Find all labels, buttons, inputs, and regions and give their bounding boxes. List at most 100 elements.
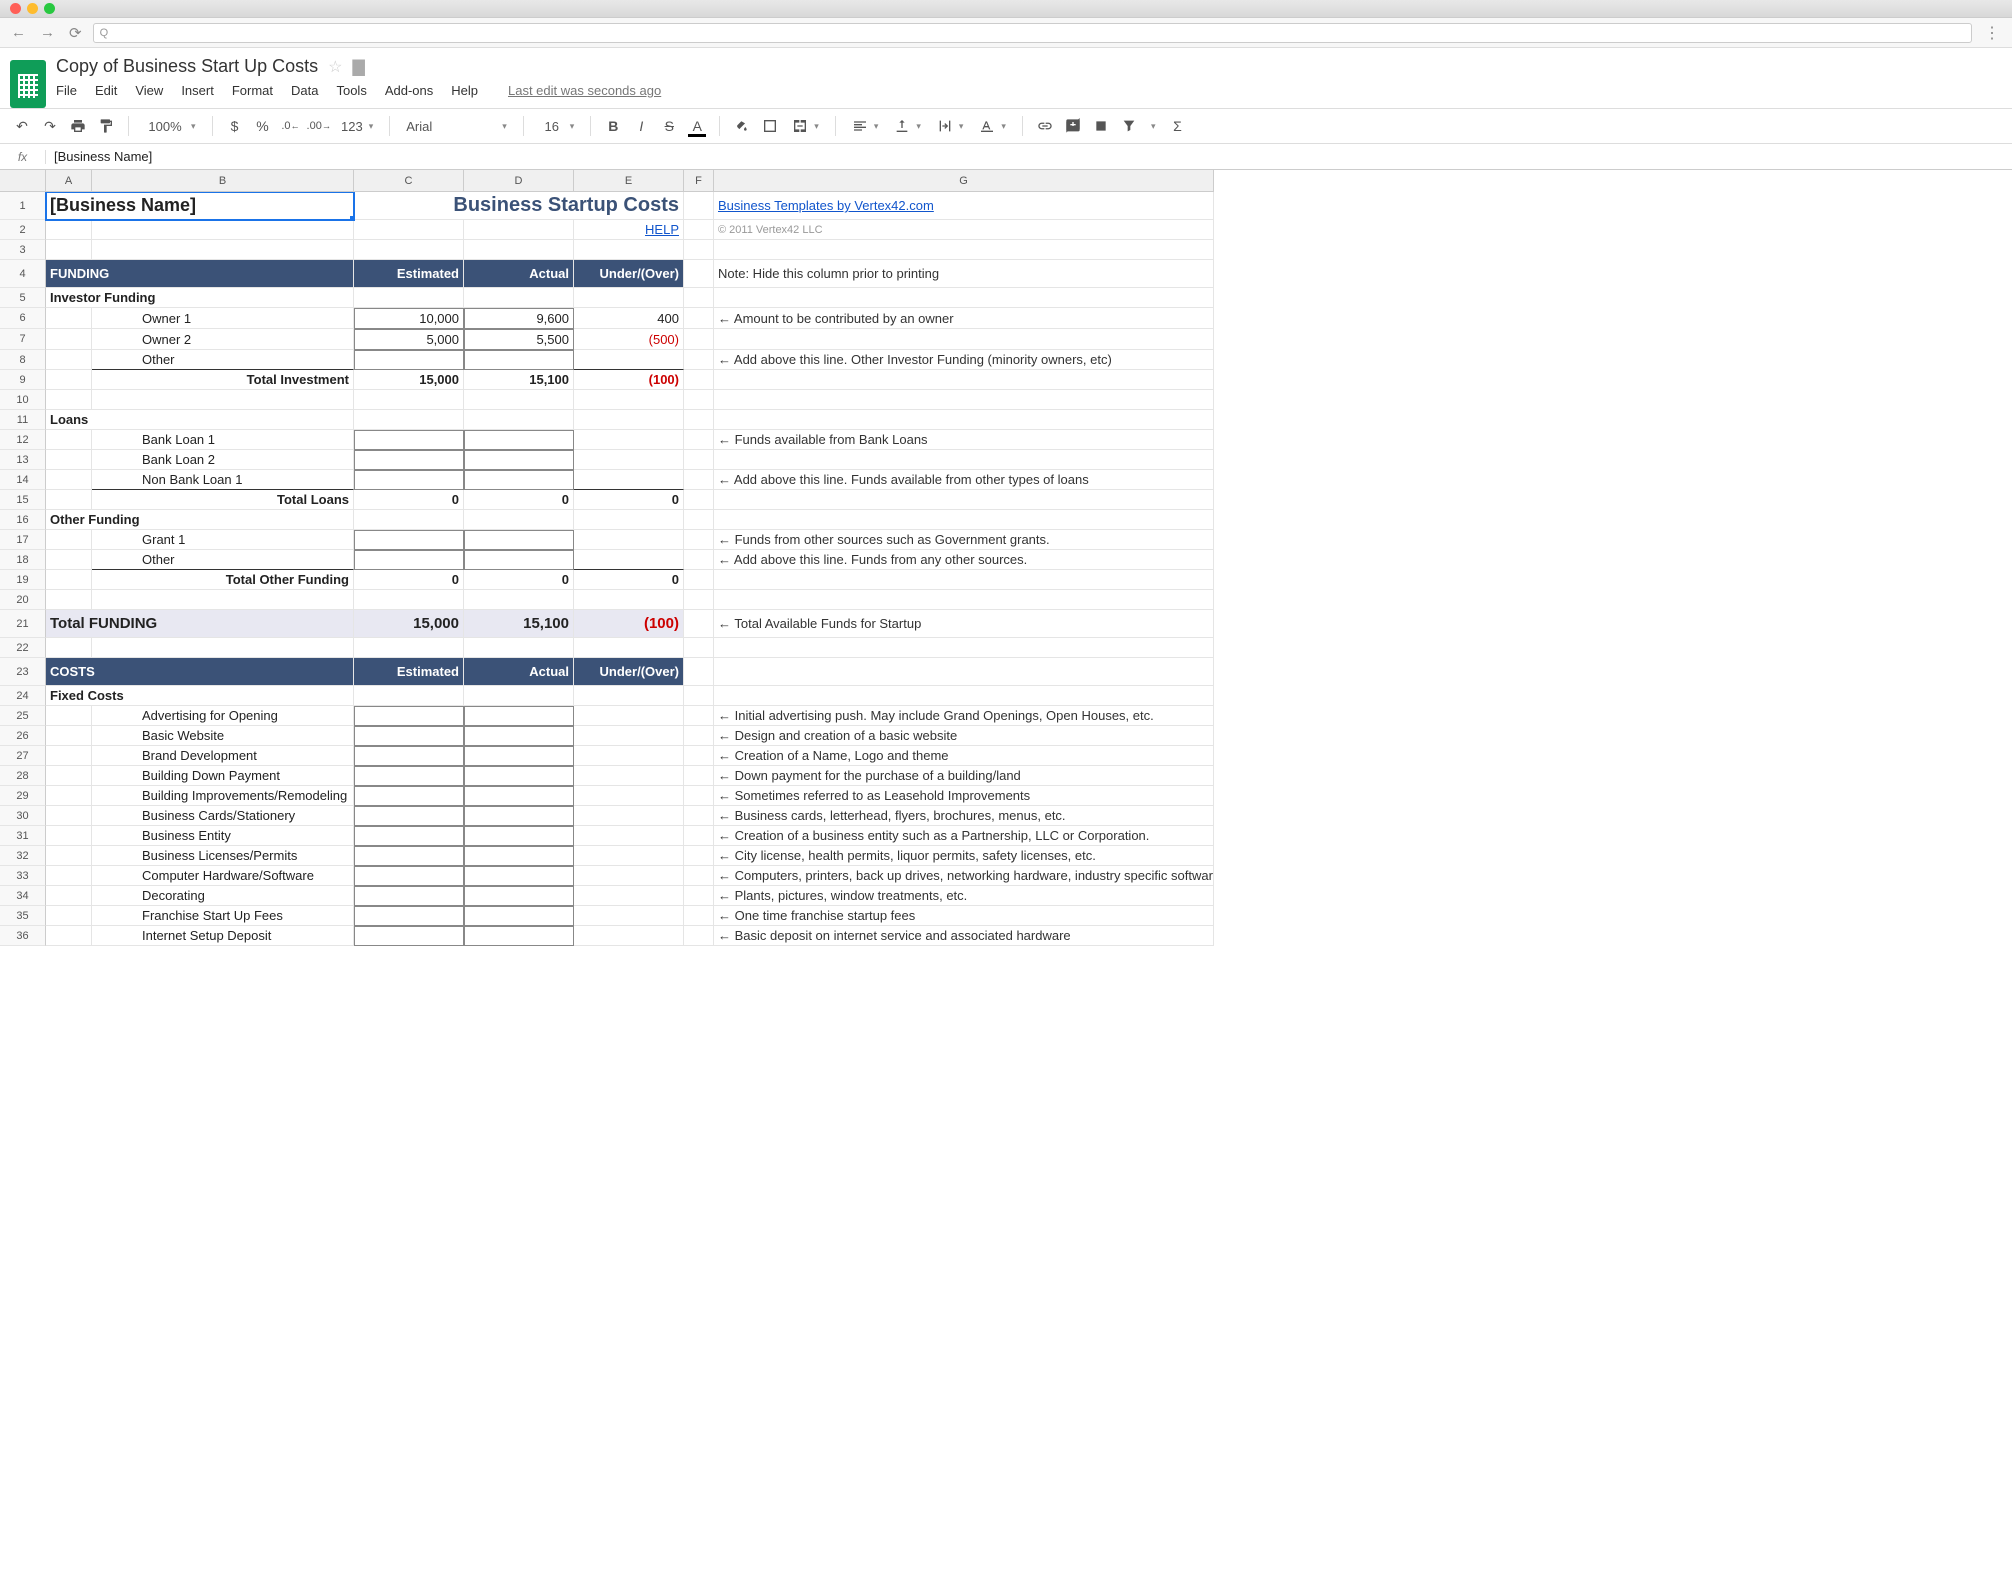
- cell-fc-note[interactable]: ← Computers, printers, back up drives, n…: [714, 866, 1214, 886]
- cell[interactable]: [684, 706, 714, 726]
- cell[interactable]: [46, 240, 92, 260]
- menu-view[interactable]: View: [135, 83, 163, 98]
- cell[interactable]: [684, 866, 714, 886]
- cell[interactable]: [464, 638, 574, 658]
- cell[interactable]: [46, 786, 92, 806]
- cell-fc-note[interactable]: ← Design and creation of a basic website: [714, 726, 1214, 746]
- row-header[interactable]: 12: [0, 430, 46, 450]
- cell[interactable]: [46, 390, 92, 410]
- cell[interactable]: [684, 192, 714, 220]
- cell-fc-label[interactable]: Decorating: [92, 886, 354, 906]
- cell-copyright[interactable]: © 2011 Vertex42 LLC: [714, 220, 1214, 240]
- cell[interactable]: [46, 470, 92, 490]
- url-bar[interactable]: Q: [93, 23, 1972, 43]
- cell[interactable]: [46, 806, 92, 826]
- cell-fc-label[interactable]: Internet Setup Deposit: [92, 926, 354, 946]
- row-header[interactable]: 31: [0, 826, 46, 846]
- menu-data[interactable]: Data: [291, 83, 318, 98]
- cell-total-other-funding[interactable]: Total Other Funding: [92, 570, 354, 590]
- cell[interactable]: [464, 766, 574, 786]
- cell[interactable]: [574, 686, 684, 706]
- folder-icon[interactable]: ▇: [352, 57, 364, 77]
- row-header[interactable]: 7: [0, 329, 46, 350]
- col-label-estimated[interactable]: Estimated: [354, 260, 464, 288]
- select-all-corner[interactable]: [0, 170, 46, 192]
- cell-total-funding[interactable]: Total FUNDING: [46, 610, 354, 638]
- cell[interactable]: [354, 410, 464, 430]
- cell[interactable]: [354, 706, 464, 726]
- menu-addons[interactable]: Add-ons: [385, 83, 433, 98]
- cell-note[interactable]: ← Add above this line. Other Investor Fu…: [714, 350, 1214, 370]
- cell[interactable]: [714, 288, 1214, 308]
- cell[interactable]: [574, 288, 684, 308]
- cell-owner1-act[interactable]: 9,600: [464, 308, 574, 329]
- cell[interactable]: [714, 240, 1214, 260]
- col-label-actual[interactable]: Actual: [464, 658, 574, 686]
- cell[interactable]: [714, 590, 1214, 610]
- row-header[interactable]: 2: [0, 220, 46, 240]
- cell[interactable]: [464, 530, 574, 550]
- cell[interactable]: [46, 766, 92, 786]
- col-label-under-over[interactable]: Under/(Over): [574, 260, 684, 288]
- cell[interactable]: [354, 530, 464, 550]
- cell[interactable]: [684, 390, 714, 410]
- cell[interactable]: [354, 510, 464, 530]
- cell-fc-label[interactable]: Computer Hardware/Software: [92, 866, 354, 886]
- col-label-under-over[interactable]: Under/(Over): [574, 658, 684, 686]
- cell[interactable]: [92, 240, 354, 260]
- cell[interactable]: [46, 866, 92, 886]
- cell[interactable]: [684, 806, 714, 826]
- cell-tof-uo[interactable]: 0: [574, 570, 684, 590]
- cell-ti-uo[interactable]: (100): [574, 370, 684, 390]
- reload-button[interactable]: ⟳: [66, 24, 85, 42]
- cell[interactable]: [684, 590, 714, 610]
- cell-fc-label[interactable]: Franchise Start Up Fees: [92, 906, 354, 926]
- cell[interactable]: [684, 240, 714, 260]
- cell[interactable]: [46, 430, 92, 450]
- row-header[interactable]: 8: [0, 350, 46, 370]
- cell[interactable]: [354, 786, 464, 806]
- font-family-select[interactable]: Arial▾: [400, 119, 513, 134]
- row-header[interactable]: 10: [0, 390, 46, 410]
- menu-format[interactable]: Format: [232, 83, 273, 98]
- filter-views-button[interactable]: ▾: [1145, 121, 1162, 132]
- cell-fc-label[interactable]: Basic Website: [92, 726, 354, 746]
- cell-tf-uo[interactable]: (100): [574, 610, 684, 638]
- cell[interactable]: [464, 410, 574, 430]
- cell[interactable]: [714, 570, 1214, 590]
- cell-fc-note[interactable]: ← Plants, pictures, window treatments, e…: [714, 886, 1214, 906]
- cell[interactable]: [354, 906, 464, 926]
- cell[interactable]: [46, 530, 92, 550]
- maximize-window-icon[interactable]: [44, 3, 55, 14]
- cell-note[interactable]: ← Total Available Funds for Startup: [714, 610, 1214, 638]
- row-header[interactable]: 3: [0, 240, 46, 260]
- cell[interactable]: [684, 766, 714, 786]
- cell[interactable]: [354, 590, 464, 610]
- cell[interactable]: [354, 450, 464, 470]
- cell-note[interactable]: ← Amount to be contributed by an owner: [714, 308, 1214, 329]
- cell-fc-note[interactable]: ← Down payment for the purchase of a bui…: [714, 766, 1214, 786]
- menu-tools[interactable]: Tools: [336, 83, 366, 98]
- insert-chart-button[interactable]: [1089, 114, 1113, 138]
- cell-total-investment[interactable]: Total Investment: [92, 370, 354, 390]
- cell[interactable]: [46, 746, 92, 766]
- insert-comment-button[interactable]: [1061, 114, 1085, 138]
- cell[interactable]: [684, 746, 714, 766]
- cell[interactable]: [574, 906, 684, 926]
- cell-fc-note[interactable]: ← One time franchise startup fees: [714, 906, 1214, 926]
- cell[interactable]: [684, 846, 714, 866]
- cell[interactable]: [354, 866, 464, 886]
- cell[interactable]: [464, 686, 574, 706]
- cell-bank1[interactable]: Bank Loan 1: [92, 430, 354, 450]
- cell[interactable]: [464, 550, 574, 570]
- row-header[interactable]: 34: [0, 886, 46, 906]
- cell-fc-note[interactable]: ← Creation of a business entity such as …: [714, 826, 1214, 846]
- text-color-button[interactable]: A: [685, 114, 709, 138]
- row-header[interactable]: 33: [0, 866, 46, 886]
- cell[interactable]: [354, 766, 464, 786]
- more-formats-select[interactable]: 123▾: [335, 119, 379, 134]
- borders-button[interactable]: [758, 114, 782, 138]
- cell[interactable]: [684, 260, 714, 288]
- row-header[interactable]: 11: [0, 410, 46, 430]
- cell[interactable]: [684, 350, 714, 370]
